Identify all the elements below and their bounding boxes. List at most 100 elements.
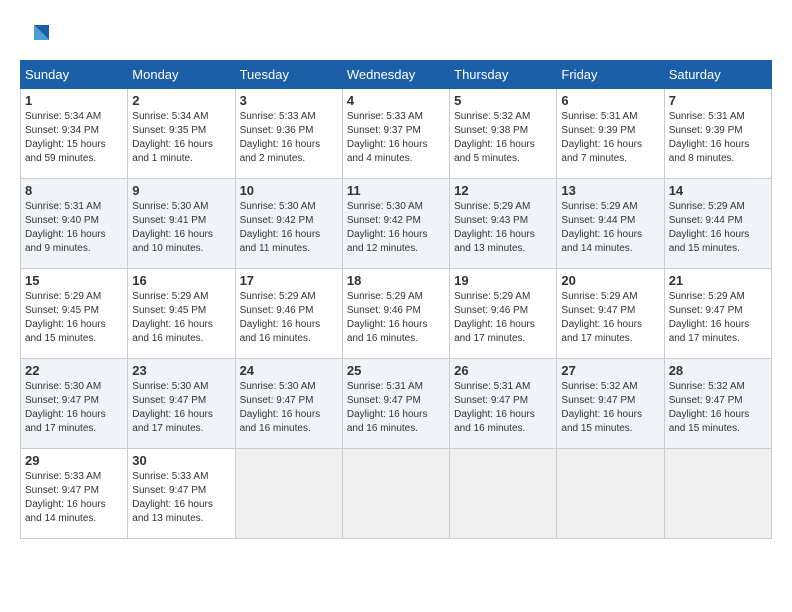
calendar-cell: 11 Sunrise: 5:30 AM Sunset: 9:42 PM Dayl…	[342, 179, 449, 269]
day-number: 22	[25, 363, 123, 378]
day-info: Sunrise: 5:31 AM Sunset: 9:39 PM Dayligh…	[669, 110, 767, 166]
day-info: Sunrise: 5:29 AM Sunset: 9:46 PM Dayligh…	[454, 290, 552, 346]
day-number: 10	[240, 183, 338, 198]
logo-icon	[24, 20, 54, 50]
page-header	[20, 20, 772, 50]
day-number: 26	[454, 363, 552, 378]
day-info: Sunrise: 5:29 AM Sunset: 9:46 PM Dayligh…	[347, 290, 445, 346]
day-info: Sunrise: 5:30 AM Sunset: 9:42 PM Dayligh…	[347, 200, 445, 256]
calendar-week-row: 8 Sunrise: 5:31 AM Sunset: 9:40 PM Dayli…	[21, 179, 772, 269]
calendar-cell: 5 Sunrise: 5:32 AM Sunset: 9:38 PM Dayli…	[450, 89, 557, 179]
calendar-cell: 12 Sunrise: 5:29 AM Sunset: 9:43 PM Dayl…	[450, 179, 557, 269]
day-number: 17	[240, 273, 338, 288]
day-info: Sunrise: 5:29 AM Sunset: 9:47 PM Dayligh…	[669, 290, 767, 346]
day-number: 6	[561, 93, 659, 108]
calendar-cell: 30 Sunrise: 5:33 AM Sunset: 9:47 PM Dayl…	[128, 449, 235, 539]
calendar-cell	[235, 449, 342, 539]
day-number: 24	[240, 363, 338, 378]
day-number: 21	[669, 273, 767, 288]
calendar-week-row: 1 Sunrise: 5:34 AM Sunset: 9:34 PM Dayli…	[21, 89, 772, 179]
day-number: 16	[132, 273, 230, 288]
day-info: Sunrise: 5:33 AM Sunset: 9:36 PM Dayligh…	[240, 110, 338, 166]
day-info: Sunrise: 5:30 AM Sunset: 9:47 PM Dayligh…	[240, 380, 338, 436]
calendar-table: SundayMondayTuesdayWednesdayThursdayFrid…	[20, 60, 772, 539]
calendar-cell: 3 Sunrise: 5:33 AM Sunset: 9:36 PM Dayli…	[235, 89, 342, 179]
day-number: 27	[561, 363, 659, 378]
day-info: Sunrise: 5:33 AM Sunset: 9:37 PM Dayligh…	[347, 110, 445, 166]
calendar-cell: 10 Sunrise: 5:30 AM Sunset: 9:42 PM Dayl…	[235, 179, 342, 269]
calendar-cell	[557, 449, 664, 539]
calendar-cell: 18 Sunrise: 5:29 AM Sunset: 9:46 PM Dayl…	[342, 269, 449, 359]
calendar-cell: 16 Sunrise: 5:29 AM Sunset: 9:45 PM Dayl…	[128, 269, 235, 359]
day-info: Sunrise: 5:30 AM Sunset: 9:41 PM Dayligh…	[132, 200, 230, 256]
day-info: Sunrise: 5:32 AM Sunset: 9:38 PM Dayligh…	[454, 110, 552, 166]
day-number: 9	[132, 183, 230, 198]
day-number: 5	[454, 93, 552, 108]
day-number: 15	[25, 273, 123, 288]
calendar-cell	[664, 449, 771, 539]
day-info: Sunrise: 5:31 AM Sunset: 9:39 PM Dayligh…	[561, 110, 659, 166]
calendar-cell: 7 Sunrise: 5:31 AM Sunset: 9:39 PM Dayli…	[664, 89, 771, 179]
calendar-header-row: SundayMondayTuesdayWednesdayThursdayFrid…	[21, 61, 772, 89]
day-number: 11	[347, 183, 445, 198]
calendar-cell: 4 Sunrise: 5:33 AM Sunset: 9:37 PM Dayli…	[342, 89, 449, 179]
calendar-cell: 23 Sunrise: 5:30 AM Sunset: 9:47 PM Dayl…	[128, 359, 235, 449]
day-info: Sunrise: 5:33 AM Sunset: 9:47 PM Dayligh…	[25, 470, 123, 526]
day-info: Sunrise: 5:31 AM Sunset: 9:47 PM Dayligh…	[454, 380, 552, 436]
header-saturday: Saturday	[664, 61, 771, 89]
day-number: 12	[454, 183, 552, 198]
calendar-cell: 19 Sunrise: 5:29 AM Sunset: 9:46 PM Dayl…	[450, 269, 557, 359]
calendar-cell: 25 Sunrise: 5:31 AM Sunset: 9:47 PM Dayl…	[342, 359, 449, 449]
calendar-cell: 28 Sunrise: 5:32 AM Sunset: 9:47 PM Dayl…	[664, 359, 771, 449]
calendar-cell	[342, 449, 449, 539]
day-number: 13	[561, 183, 659, 198]
day-info: Sunrise: 5:29 AM Sunset: 9:47 PM Dayligh…	[561, 290, 659, 346]
day-number: 7	[669, 93, 767, 108]
calendar-body: 1 Sunrise: 5:34 AM Sunset: 9:34 PM Dayli…	[21, 89, 772, 539]
calendar-cell: 29 Sunrise: 5:33 AM Sunset: 9:47 PM Dayl…	[21, 449, 128, 539]
logo	[20, 20, 54, 50]
calendar-cell: 21 Sunrise: 5:29 AM Sunset: 9:47 PM Dayl…	[664, 269, 771, 359]
day-number: 30	[132, 453, 230, 468]
calendar-cell: 15 Sunrise: 5:29 AM Sunset: 9:45 PM Dayl…	[21, 269, 128, 359]
day-number: 28	[669, 363, 767, 378]
calendar-cell: 1 Sunrise: 5:34 AM Sunset: 9:34 PM Dayli…	[21, 89, 128, 179]
calendar-cell: 17 Sunrise: 5:29 AM Sunset: 9:46 PM Dayl…	[235, 269, 342, 359]
calendar-cell: 6 Sunrise: 5:31 AM Sunset: 9:39 PM Dayli…	[557, 89, 664, 179]
calendar-cell: 22 Sunrise: 5:30 AM Sunset: 9:47 PM Dayl…	[21, 359, 128, 449]
day-number: 23	[132, 363, 230, 378]
day-number: 3	[240, 93, 338, 108]
day-number: 25	[347, 363, 445, 378]
day-info: Sunrise: 5:30 AM Sunset: 9:47 PM Dayligh…	[132, 380, 230, 436]
calendar-cell: 8 Sunrise: 5:31 AM Sunset: 9:40 PM Dayli…	[21, 179, 128, 269]
header-sunday: Sunday	[21, 61, 128, 89]
header-thursday: Thursday	[450, 61, 557, 89]
day-info: Sunrise: 5:29 AM Sunset: 9:45 PM Dayligh…	[132, 290, 230, 346]
day-info: Sunrise: 5:29 AM Sunset: 9:44 PM Dayligh…	[561, 200, 659, 256]
calendar-week-row: 22 Sunrise: 5:30 AM Sunset: 9:47 PM Dayl…	[21, 359, 772, 449]
calendar-cell: 26 Sunrise: 5:31 AM Sunset: 9:47 PM Dayl…	[450, 359, 557, 449]
header-friday: Friday	[557, 61, 664, 89]
day-number: 19	[454, 273, 552, 288]
calendar-week-row: 29 Sunrise: 5:33 AM Sunset: 9:47 PM Dayl…	[21, 449, 772, 539]
calendar-cell: 2 Sunrise: 5:34 AM Sunset: 9:35 PM Dayli…	[128, 89, 235, 179]
day-number: 20	[561, 273, 659, 288]
calendar-cell: 9 Sunrise: 5:30 AM Sunset: 9:41 PM Dayli…	[128, 179, 235, 269]
day-info: Sunrise: 5:32 AM Sunset: 9:47 PM Dayligh…	[669, 380, 767, 436]
calendar-cell: 24 Sunrise: 5:30 AM Sunset: 9:47 PM Dayl…	[235, 359, 342, 449]
day-info: Sunrise: 5:30 AM Sunset: 9:47 PM Dayligh…	[25, 380, 123, 436]
header-tuesday: Tuesday	[235, 61, 342, 89]
header-wednesday: Wednesday	[342, 61, 449, 89]
calendar-cell: 14 Sunrise: 5:29 AM Sunset: 9:44 PM Dayl…	[664, 179, 771, 269]
day-number: 14	[669, 183, 767, 198]
day-info: Sunrise: 5:34 AM Sunset: 9:35 PM Dayligh…	[132, 110, 230, 166]
day-number: 2	[132, 93, 230, 108]
day-info: Sunrise: 5:29 AM Sunset: 9:46 PM Dayligh…	[240, 290, 338, 346]
day-number: 4	[347, 93, 445, 108]
day-info: Sunrise: 5:29 AM Sunset: 9:43 PM Dayligh…	[454, 200, 552, 256]
day-number: 8	[25, 183, 123, 198]
day-number: 1	[25, 93, 123, 108]
day-info: Sunrise: 5:34 AM Sunset: 9:34 PM Dayligh…	[25, 110, 123, 166]
calendar-cell	[450, 449, 557, 539]
day-info: Sunrise: 5:31 AM Sunset: 9:40 PM Dayligh…	[25, 200, 123, 256]
